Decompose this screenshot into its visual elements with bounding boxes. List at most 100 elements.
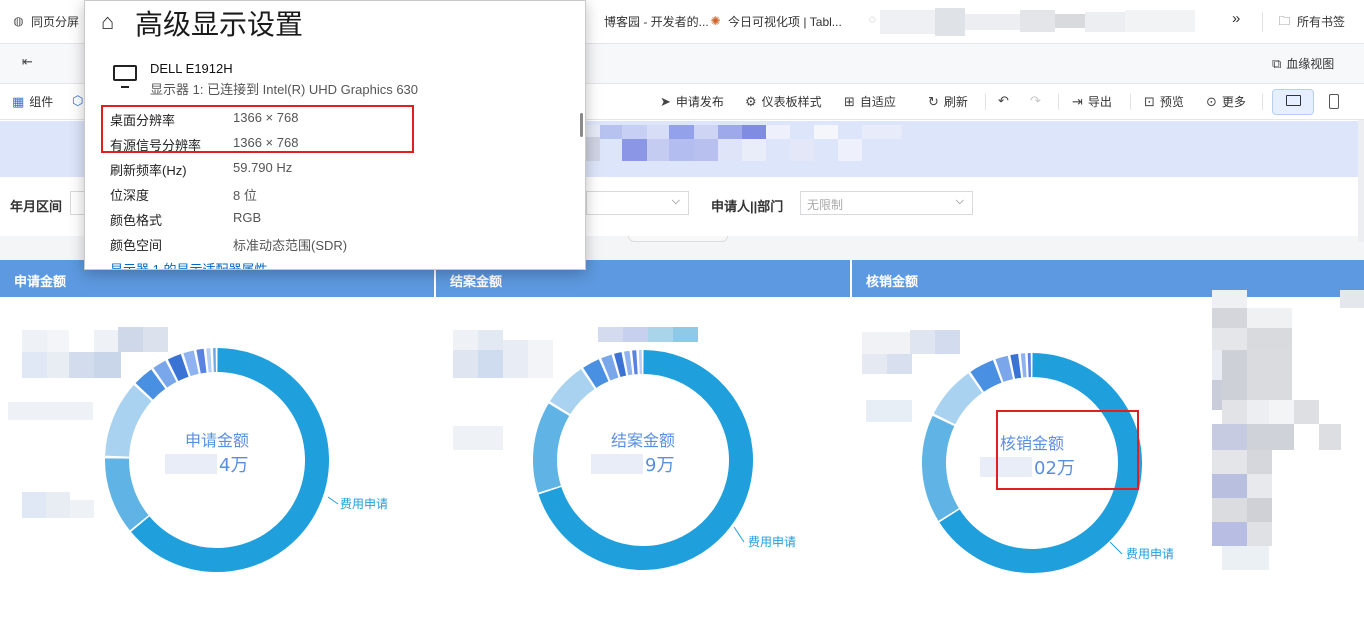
- row-value: RGB: [233, 210, 262, 225]
- component-button[interactable]: ▦ 组件: [12, 93, 53, 110]
- donut-slice[interactable]: [153, 360, 177, 388]
- slice-leader-line: [1109, 541, 1123, 555]
- globe-icon: ◍: [13, 14, 24, 28]
- undo-button[interactable]: ↶: [998, 93, 1009, 109]
- page-icon: ◌: [868, 12, 877, 26]
- donut-slice[interactable]: [135, 369, 166, 400]
- donut-center-title: 申请金额: [185, 431, 249, 450]
- collapse-handle[interactable]: [628, 236, 728, 242]
- donut-slice[interactable]: [922, 415, 960, 521]
- row-value: 59.790 Hz: [233, 160, 293, 175]
- scrollbar[interactable]: [1358, 120, 1364, 242]
- bookmark-item[interactable]: 博客园 - 开发者的...: [604, 13, 709, 30]
- donut-slice[interactable]: [624, 350, 633, 376]
- donut-slice[interactable]: [167, 354, 189, 382]
- panel-header-writeoff: 核销金额: [852, 260, 1364, 297]
- donut-slice[interactable]: [549, 369, 595, 415]
- annotation-box-writeoff: [996, 410, 1139, 490]
- donut-slice[interactable]: [614, 352, 627, 378]
- export-icon: ⇥: [1072, 93, 1083, 109]
- preview-button[interactable]: ⊡ 预览: [1144, 93, 1184, 110]
- bookmark-label: 同页分屏: [31, 15, 80, 29]
- donut-center-title: 结案金额: [611, 431, 675, 450]
- slice-label: 费用申请: [748, 535, 796, 549]
- date-range-label: 年月区间: [10, 199, 63, 214]
- chevron-down-icon: ⌵: [955, 195, 964, 207]
- more-label: 更多: [1221, 95, 1246, 109]
- all-bookmarks-label: 所有书签: [1297, 15, 1346, 29]
- applicant-select[interactable]: 无限制 ⌵: [800, 191, 973, 215]
- donut-center-value: 4万: [219, 455, 248, 476]
- bookmark-item[interactable]: ✺ 今日可视化项 | Tabl...: [709, 13, 841, 30]
- lineage-icon: ⧉: [1272, 55, 1282, 71]
- donut-slice[interactable]: [1010, 353, 1022, 379]
- donut-slice[interactable]: [601, 354, 619, 381]
- applicant-label: 申请人||部门: [711, 199, 784, 214]
- component-icon: ▦: [12, 93, 25, 109]
- slice-label: 费用申请: [1126, 547, 1174, 561]
- dialog-scrollbar[interactable]: [580, 113, 583, 137]
- preview-icon: ⊡: [1144, 93, 1155, 109]
- donut-slice[interactable]: [995, 355, 1014, 382]
- auto-fit-button[interactable]: ⊞ 自适应: [844, 93, 896, 110]
- donut-slice[interactable]: [105, 385, 152, 457]
- divider: [1058, 94, 1059, 110]
- fit-icon: ⊞: [844, 93, 855, 109]
- redo-icon: ↷: [1030, 93, 1041, 108]
- preview-label: 预览: [1159, 95, 1184, 109]
- bookmark-label: 博客园 - 开发者的...: [604, 15, 709, 29]
- refresh-icon: ↻: [928, 93, 939, 109]
- advanced-display-settings-dialog: ⌂ 高级显示设置 DELL E1912H 显示器 1: 已连接到 Intel(R…: [84, 0, 586, 270]
- pixelated-value: [591, 454, 643, 474]
- donut-slice[interactable]: [933, 373, 983, 425]
- cube-icon: ⬡: [72, 93, 84, 108]
- more-button[interactable]: ⊙ 更多: [1206, 93, 1246, 110]
- mobile-view-button[interactable]: [1329, 94, 1339, 109]
- refresh-button[interactable]: ↻ 刷新: [928, 93, 968, 110]
- donut-slice[interactable]: [583, 359, 609, 388]
- divider: [985, 94, 986, 110]
- component-label: 组件: [29, 95, 54, 109]
- undo-icon: ↶: [998, 93, 1009, 108]
- export-button[interactable]: ⇥ 导出: [1072, 93, 1112, 110]
- donut-slice[interactable]: [183, 350, 199, 377]
- monitor-icon: [113, 65, 137, 88]
- row-label: 颜色格式: [110, 213, 163, 228]
- folder-icon: 🗀: [1278, 14, 1291, 28]
- lineage-view-label: 血缘视图: [1286, 57, 1335, 71]
- refresh-label: 刷新: [943, 95, 968, 109]
- all-bookmarks-button[interactable]: 🗀 所有书签: [1278, 13, 1345, 30]
- home-icon[interactable]: ⌂: [101, 9, 114, 35]
- bookmark-item[interactable]: ◍ 同页分屏: [12, 13, 79, 30]
- slice-leader-line: [733, 526, 745, 543]
- export-label: 导出: [1087, 95, 1112, 109]
- lineage-view-button[interactable]: ⧉ 血缘视图: [1272, 55, 1334, 72]
- desktop-icon: [1286, 95, 1301, 106]
- donut-slice[interactable]: [105, 458, 149, 531]
- exit-icon: ⇤: [22, 54, 33, 69]
- dashboard-style-button[interactable]: ⚙ 仪表板样式: [745, 93, 822, 110]
- more-bookmarks-button[interactable]: »: [1232, 10, 1240, 27]
- divider: [1262, 12, 1263, 32]
- exit-button[interactable]: ⇤: [22, 54, 33, 70]
- divider: [1262, 94, 1263, 110]
- donut-slice[interactable]: [196, 348, 207, 374]
- divider: [1130, 94, 1131, 110]
- monitor-connection: 显示器 1: 已连接到 Intel(R) UHD Graphics 630: [150, 82, 419, 97]
- redo-button[interactable]: ↷: [1030, 93, 1041, 109]
- donut-slice[interactable]: [970, 360, 1002, 392]
- cube-button[interactable]: ⬡: [72, 93, 83, 109]
- date-range-end-select[interactable]: ⌵: [586, 191, 689, 215]
- send-icon: ➤: [660, 93, 671, 109]
- row-value: 8 位: [233, 188, 257, 203]
- applicant-placeholder: 无限制: [807, 198, 844, 212]
- dashboard-style-label: 仪表板样式: [761, 95, 822, 109]
- desktop-view-button[interactable]: [1272, 89, 1314, 115]
- adapter-properties-link[interactable]: 显示器 1 的显示适配器属性: [110, 259, 267, 269]
- dialog-title: 高级显示设置: [135, 8, 304, 41]
- gear-icon: ✺: [710, 14, 721, 28]
- row-label: 位深度: [110, 188, 150, 203]
- publish-request-button[interactable]: ➤ 申请发布: [660, 93, 724, 110]
- bookmark-item[interactable]: ◌: [866, 13, 879, 26]
- donut-slice[interactable]: [533, 403, 570, 493]
